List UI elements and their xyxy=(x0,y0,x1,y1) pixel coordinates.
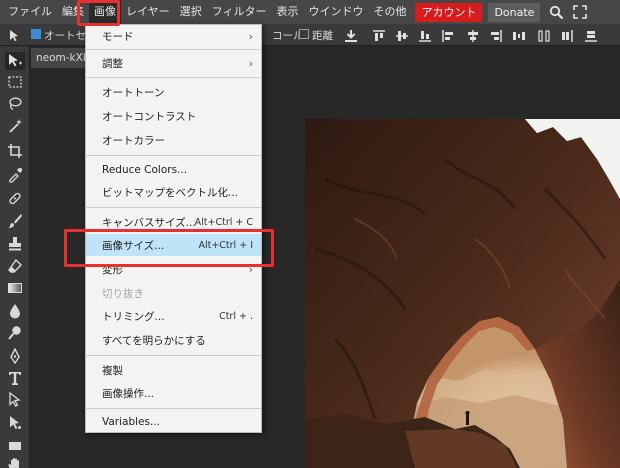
menu-item-variables-label: Variables... xyxy=(102,416,160,428)
direct-select-tool-icon[interactable] xyxy=(5,414,25,432)
menu-file[interactable]: ファイル xyxy=(3,0,57,24)
menu-separator xyxy=(86,77,261,78)
blur-tool-icon[interactable] xyxy=(5,302,25,320)
menu-item-canvas-size-shortcut: Alt+Ctrl + C xyxy=(194,216,253,228)
chevron-right-icon: › xyxy=(248,56,253,70)
document-tab[interactable]: neom-kXbit xyxy=(31,48,91,68)
hand-tool-icon[interactable] xyxy=(5,458,25,468)
marquee-tool-icon[interactable] xyxy=(5,73,25,91)
menu-item-mode-label: モード xyxy=(102,30,134,43)
canvas-image[interactable] xyxy=(305,119,620,468)
distance-label: 距離 xyxy=(312,30,333,42)
tools-panel xyxy=(0,46,30,468)
align-hcenter-icon[interactable] xyxy=(466,28,480,42)
align-bottom-icon[interactable] xyxy=(418,28,432,42)
align-top-icon[interactable] xyxy=(372,28,386,42)
fullscreen-icon[interactable] xyxy=(572,4,588,20)
menu-item-mode[interactable]: モード › xyxy=(86,25,261,47)
menu-item-trim[interactable]: トリミング... Ctrl + . xyxy=(86,305,261,327)
magic-wand-tool-icon[interactable] xyxy=(5,117,25,135)
menu-item-trim-label: トリミング... xyxy=(102,310,165,323)
rectangle-tool-icon[interactable] xyxy=(5,437,25,455)
menu-item-vectorize-bitmap[interactable]: ビットマップをベクトル化... xyxy=(86,181,261,203)
menu-item-adjust-label: 調整 xyxy=(102,57,123,70)
path-select-tool-icon[interactable] xyxy=(5,391,25,409)
gradient-tool-icon[interactable] xyxy=(5,279,25,297)
stamp-tool-icon[interactable] xyxy=(5,235,25,253)
menu-item-apply-image[interactable]: 画像操作... xyxy=(86,382,261,404)
distribute-center-icon[interactable] xyxy=(537,28,551,42)
menu-item-reduce-colors[interactable]: Reduce Colors... xyxy=(86,159,261,181)
brush-tool-icon[interactable] xyxy=(5,212,25,230)
pen-tool-icon[interactable] xyxy=(5,347,25,365)
autoselect-label: オートセ xyxy=(44,30,86,42)
menu-item-canvas-size-label: キャンバスサイズ... xyxy=(102,216,196,229)
eyedropper-tool-icon[interactable] xyxy=(5,166,25,184)
healing-tool-icon[interactable] xyxy=(5,189,25,207)
distribute-bottom-icon[interactable] xyxy=(584,28,598,42)
menu-item-variables[interactable]: Variables... xyxy=(86,411,261,433)
menu-item-auto-tone[interactable]: オートトーン xyxy=(86,81,261,103)
menu-item-duplicate[interactable]: 複製 xyxy=(86,359,261,381)
menu-more[interactable]: その他 xyxy=(368,0,411,24)
menu-item-apply-image-label: 画像操作... xyxy=(102,387,155,400)
menu-item-reveal-all-label: すべてを明らかにする xyxy=(102,334,206,347)
menu-separator xyxy=(86,155,261,156)
lasso-tool-icon[interactable] xyxy=(5,95,25,113)
align-right-icon[interactable] xyxy=(489,28,503,42)
menu-separator xyxy=(86,207,261,208)
move-tool-option-icon[interactable] xyxy=(8,28,22,42)
annotation-box-image-menu xyxy=(77,0,120,26)
menu-view[interactable]: 表示 xyxy=(271,0,303,24)
menu-item-adjust[interactable]: 調整 › xyxy=(86,52,261,74)
desert-arch-photo xyxy=(305,119,620,468)
menu-item-reveal-all[interactable]: すべてを明らかにする xyxy=(86,329,261,351)
menu-item-vectorize-bitmap-label: ビットマップをベクトル化... xyxy=(102,186,239,199)
crop-tool-icon[interactable] xyxy=(5,142,25,160)
menu-item-crop: 切り抜き xyxy=(86,282,261,304)
search-icon[interactable] xyxy=(548,4,564,20)
menu-item-auto-color[interactable]: オートカラー xyxy=(86,129,261,151)
menu-item-duplicate-label: 複製 xyxy=(102,364,123,377)
menu-item-crop-label: 切り抜き xyxy=(102,287,144,300)
menu-layer[interactable]: レイヤー xyxy=(121,0,175,24)
annotation-box-image-size xyxy=(64,229,274,267)
menu-filter[interactable]: フィルター xyxy=(207,0,272,24)
menu-item-auto-color-label: オートカラー xyxy=(102,134,165,147)
menu-item-trim-shortcut: Ctrl + . xyxy=(219,310,253,322)
align-vcenter-icon[interactable] xyxy=(395,28,409,42)
menu-separator xyxy=(86,355,261,356)
autoselect-checkbox[interactable] xyxy=(31,29,41,39)
account-button[interactable]: アカウント xyxy=(415,2,483,22)
move-tool-icon[interactable] xyxy=(5,52,25,70)
menu-item-auto-contrast-label: オートコントラスト xyxy=(102,110,197,123)
menu-window[interactable]: ウインドウ xyxy=(303,0,368,24)
donate-button[interactable]: Donate xyxy=(488,2,541,22)
type-big-t-icon[interactable] xyxy=(5,369,25,387)
menu-select[interactable]: 選択 xyxy=(175,0,207,24)
menu-item-auto-tone-label: オートトーン xyxy=(102,86,165,99)
menu-separator xyxy=(86,49,261,50)
menu-item-auto-contrast[interactable]: オートコントラスト xyxy=(86,105,261,127)
distribute-right-icon[interactable] xyxy=(560,28,574,42)
eraser-tool-icon[interactable] xyxy=(5,257,25,275)
menu-item-reduce-colors-label: Reduce Colors... xyxy=(102,164,188,176)
distance-checkbox[interactable] xyxy=(299,29,309,39)
align-left-icon[interactable] xyxy=(441,28,455,42)
dodge-tool-icon[interactable] xyxy=(5,324,25,342)
chevron-right-icon: › xyxy=(248,29,253,43)
distribute-icon[interactable] xyxy=(512,28,526,42)
download-icon[interactable] xyxy=(344,28,358,42)
menu-separator xyxy=(86,408,261,409)
photopea-app: ファイル 編集 画像 レイヤー 選択 フィルター 表示 ウインドウ その他 アカ… xyxy=(0,0,620,468)
